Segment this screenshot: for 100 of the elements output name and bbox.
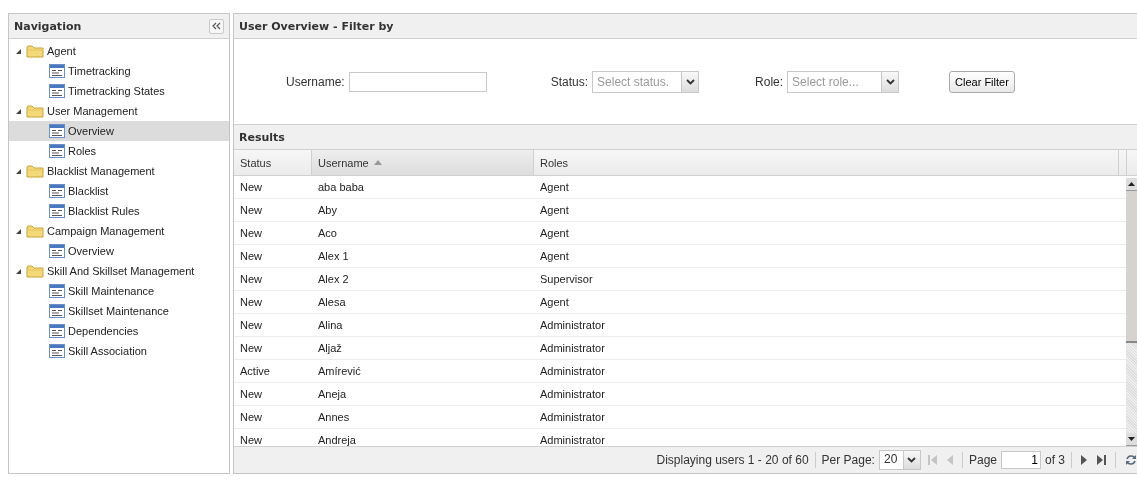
table-cell-text: Administrator <box>539 433 606 446</box>
table-cell-text: Agent <box>539 180 570 195</box>
table-cell-text: Alina <box>317 318 344 333</box>
table-cell-text: Agent <box>539 295 570 310</box>
list-icon <box>49 304 65 318</box>
dropdown-trigger[interactable] <box>881 71 899 92</box>
tree-item[interactable]: Roles <box>9 141 229 161</box>
clear-filter-button[interactable]: Clear Filter <box>949 70 1015 93</box>
table-cell-text: Agent <box>539 226 570 241</box>
list-icon <box>49 144 65 158</box>
expanded-triangle-icon[interactable] <box>15 227 22 235</box>
table-cell-text: Aljaž <box>317 341 343 356</box>
table-cell-text: Supervisor <box>539 272 594 287</box>
table-cell-text: New <box>239 249 263 264</box>
last-page-icon <box>1097 455 1106 465</box>
field-label: Username: <box>286 74 345 89</box>
table-cell-text: Alex 1 <box>317 249 350 264</box>
table-cell-text: Agent <box>539 249 570 264</box>
dropdown-trigger[interactable] <box>681 71 699 92</box>
last-page-button[interactable] <box>1094 455 1109 465</box>
expanded-triangle-icon[interactable] <box>15 167 22 175</box>
table-cell-text: New <box>239 180 263 195</box>
tree-folder[interactable]: User Management <box>9 101 229 121</box>
previous-page-icon <box>946 455 953 465</box>
panel-title: Navigation <box>14 19 82 33</box>
table-cell-text: Amírević <box>317 364 362 379</box>
list-icon <box>49 284 65 298</box>
tree-item[interactable]: Blacklist <box>9 181 229 201</box>
table-cell-text: Aco <box>317 226 338 241</box>
list-icon <box>49 84 65 98</box>
username-field[interactable] <box>348 71 487 92</box>
tree-folder[interactable]: Agent <box>9 41 229 61</box>
per-page-dropdown[interactable]: 20 <box>878 450 921 470</box>
panel-title: User Overview - Filter by <box>239 19 394 33</box>
list-icon <box>49 184 65 198</box>
table-cell-text: New <box>239 341 263 356</box>
vertical-scrollbar[interactable] <box>1126 178 1137 446</box>
tree-item[interactable]: Timetracking <box>9 61 229 81</box>
per-page-label: Per Page: <box>821 453 875 467</box>
sort-ascending-icon <box>373 160 382 165</box>
table-cell-text: Andreja <box>317 433 357 446</box>
table-cell-text: New <box>239 387 263 402</box>
table-cell-text: Alesa <box>317 295 347 310</box>
table-cell-text: Agent <box>539 203 570 218</box>
tree-item[interactable]: Dependencies <box>9 321 229 341</box>
dropdown-trigger[interactable] <box>902 451 920 469</box>
page-count: of 3 <box>1045 453 1065 467</box>
table-cell-text: New <box>239 226 263 241</box>
tree-item[interactable]: Blacklist Rules <box>9 201 229 221</box>
table-cell-text: Administrator <box>539 318 606 333</box>
field-label: Status: <box>550 74 589 89</box>
tree-item[interactable]: Timetracking States <box>9 81 229 101</box>
collapse-button[interactable] <box>209 18 224 34</box>
refresh-icon <box>1125 454 1137 466</box>
folder-icon <box>26 264 44 278</box>
page-number-field[interactable]: 1 <box>1001 451 1041 469</box>
table-cell-text: New <box>239 203 263 218</box>
list-icon <box>49 204 65 218</box>
table-cell-text: New <box>239 318 263 333</box>
table-cell-text: New <box>239 295 263 310</box>
table-cell-text: Annes <box>317 410 351 425</box>
display-info: Displaying users 1 - 20 of 60 <box>656 453 809 467</box>
tree-folder[interactable]: Blacklist Management <box>9 161 229 181</box>
list-icon <box>49 64 65 78</box>
expanded-triangle-icon[interactable] <box>15 47 22 55</box>
chevron-down-icon <box>885 78 895 85</box>
tree-item[interactable]: Skillset Maintenance <box>9 301 229 321</box>
field-label: Role: <box>755 74 784 89</box>
column-header[interactable]: Roles <box>534 150 1119 175</box>
tree-item[interactable]: Skill Maintenance <box>9 281 229 301</box>
folder-icon <box>26 164 44 178</box>
list-icon <box>49 124 65 138</box>
tree-folder[interactable]: Campaign Management <box>9 221 229 241</box>
chevron-down-icon <box>685 78 695 85</box>
tree-item[interactable]: Overview <box>9 121 229 141</box>
next-page-icon <box>1081 455 1087 465</box>
folder-icon <box>26 224 44 238</box>
table-cell-text: Administrator <box>539 410 606 425</box>
table-cell-text: Administrator <box>539 341 606 356</box>
first-page-icon <box>927 455 937 465</box>
double-chevron-left-icon <box>211 22 222 30</box>
tree-item[interactable]: Skill Association <box>9 341 229 361</box>
scroll-down-arrow-icon[interactable] <box>1128 437 1135 441</box>
folder-icon <box>26 104 44 118</box>
expanded-triangle-icon[interactable] <box>15 107 22 115</box>
table-cell-text: aba baba <box>317 180 365 195</box>
table-cell-text: Aby <box>317 203 338 218</box>
expanded-triangle-icon[interactable] <box>15 267 22 275</box>
section-title: Results <box>239 130 285 144</box>
list-icon <box>49 344 65 358</box>
list-icon <box>49 244 65 258</box>
page-label: Page <box>968 453 997 467</box>
table-cell-text: New <box>239 272 263 287</box>
column-header[interactable]: Username <box>312 150 534 175</box>
folder-icon <box>26 44 44 58</box>
scroll-up-arrow-icon[interactable] <box>1128 182 1135 186</box>
tree-item[interactable]: Overview <box>9 241 229 261</box>
list-icon <box>49 324 65 338</box>
tree-folder[interactable]: Skill And Skillset Management <box>9 261 229 281</box>
table-cell-text: Administrator <box>539 364 606 379</box>
